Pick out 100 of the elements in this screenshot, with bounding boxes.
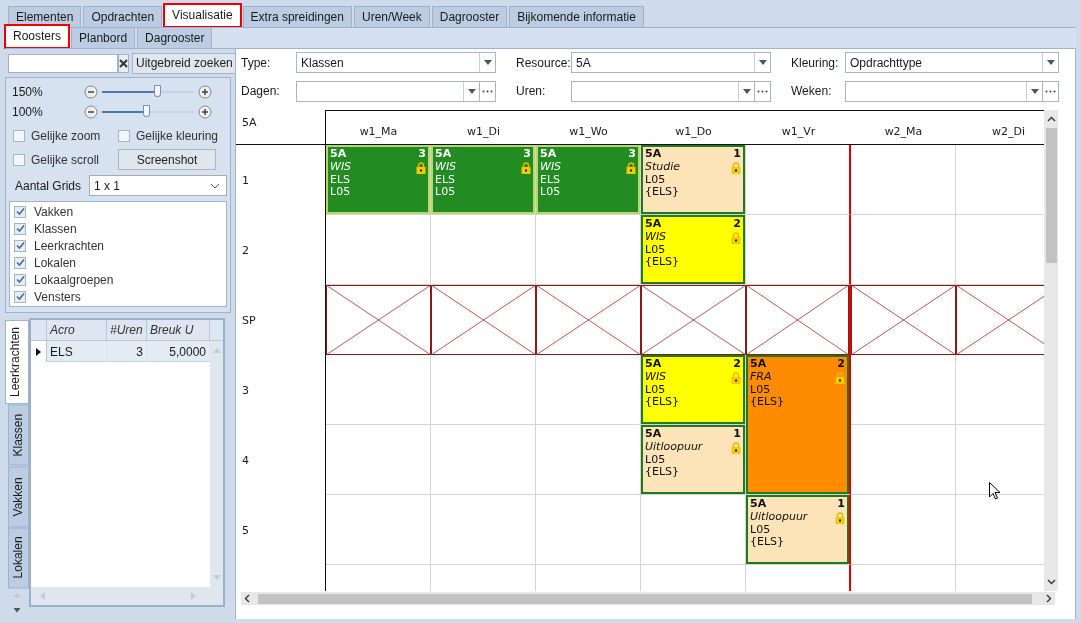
lesson-block[interactable]: 5A 2 WIS L05 {ELS}	[641, 355, 745, 424]
row-pointer-icon	[36, 347, 41, 356]
lesson-count: 2	[733, 218, 741, 231]
zoom-out-icon[interactable]	[84, 105, 98, 119]
sub-tab[interactable]: Planbord	[71, 27, 136, 48]
lesson-subject: Uitloopuur	[750, 510, 808, 523]
filter-label: Weken:	[791, 84, 833, 98]
element-checkbox[interactable]: Klassen	[14, 220, 222, 237]
side-tab[interactable]: Leerkrachten	[5, 320, 29, 405]
tab[interactable]: Uren/Week	[353, 6, 430, 27]
tab[interactable]: Extra spreidingen	[242, 6, 352, 27]
tab[interactable]: Bijkomende informatie	[509, 6, 644, 27]
tab[interactable]: Opdrachten	[83, 6, 163, 27]
lesson-block[interactable]: 5A 3 WIS ELS L05	[431, 145, 535, 214]
option-checkbox[interactable]: Gelijke scroll	[9, 149, 114, 170]
filter-dropdown[interactable]	[845, 80, 1043, 102]
column-header[interactable]: Acro	[47, 320, 107, 340]
lesson-block[interactable]: 5A 2 WIS L05 {ELS}	[641, 215, 745, 284]
zoom-in-icon[interactable]	[198, 85, 212, 99]
filter-dropdown[interactable]	[296, 80, 480, 102]
lesson-count: 2	[837, 358, 845, 371]
filter-dropdown[interactable]	[571, 80, 755, 102]
chevron-down-icon	[210, 182, 220, 189]
filter-label: Uren:	[516, 84, 547, 98]
lesson-block[interactable]: 5A 1 Studie L05 {ELS}	[641, 145, 745, 214]
scroll-thumb[interactable]	[1045, 128, 1057, 263]
advanced-search-button[interactable]: Uitgebreid zoeken	[132, 52, 237, 74]
filter-label: Resource:	[516, 55, 571, 70]
lesson-count: 1	[733, 428, 741, 441]
clear-button[interactable]	[118, 53, 129, 73]
element-checkbox[interactable]: Leerkrachten	[14, 237, 222, 254]
lesson-subject: WIS	[435, 160, 457, 173]
lesson-block[interactable]: 5A 1 Uitloopuur L05 {ELS}	[641, 425, 745, 494]
zoom-reading: 100%	[11, 105, 44, 119]
filter-dropdown[interactable]: Opdrachttype	[845, 52, 1059, 73]
side-tab[interactable]: Klassen	[8, 404, 29, 466]
element-checkbox[interactable]: Lokaalgroepen	[14, 271, 222, 288]
dropdown-arrow-icon	[467, 88, 476, 94]
option-checkbox[interactable]: Gelijke zoom	[9, 126, 114, 146]
more-button[interactable]	[480, 80, 496, 102]
element-checkbox[interactable]: Lokalen	[14, 254, 222, 271]
day-header: w1_Ma	[359, 125, 398, 138]
scroll-thumb[interactable]	[258, 593, 1032, 604]
side-tab[interactable]: Lokalen	[8, 527, 29, 589]
lesson-detail: {ELS}	[645, 466, 681, 479]
lesson-count: 3	[628, 148, 636, 161]
grid-count-select[interactable]: 1 x 1	[89, 175, 227, 196]
lesson-detail: ELS	[330, 173, 352, 186]
hour-label: SP	[242, 313, 256, 327]
option-checkbox[interactable]: Gelijke kleuring	[114, 126, 227, 146]
scroll-left-icon[interactable]	[244, 594, 250, 603]
scroll-down-icon[interactable]	[1046, 579, 1056, 585]
column-header[interactable]: #Uren	[107, 320, 147, 340]
sub-tab[interactable]: Roosters	[5, 25, 70, 48]
lesson-group: 5A	[750, 358, 767, 371]
more-icon	[482, 89, 493, 93]
scroll-down-icon[interactable]	[12, 607, 22, 613]
lesson-detail: {ELS}	[750, 396, 786, 409]
table-row[interactable]: ELS 3 5,0000	[31, 341, 210, 362]
more-button[interactable]	[1043, 80, 1059, 102]
column-header[interactable]: Breuk U	[147, 320, 210, 340]
dropdown-arrow-icon	[758, 60, 767, 65]
lesson-subject: WIS	[645, 230, 667, 243]
zoom-out-icon[interactable]	[84, 85, 98, 99]
filter-label: Kleuring:	[791, 55, 840, 70]
lesson-detail: L05	[750, 523, 772, 536]
lesson-detail: L05	[645, 453, 667, 466]
sub-tab[interactable]: Dagrooster	[137, 27, 213, 48]
lesson-block[interactable]: 5A 2 FRA L05 {ELS}	[746, 355, 849, 494]
scroll-up-icon[interactable]	[1046, 116, 1056, 122]
day-header: w1_Wo	[569, 125, 608, 138]
day-header: w2_Ma	[884, 125, 923, 138]
lesson-block[interactable]: 5A 3 WIS ELS L05	[326, 145, 430, 214]
table-cell: ELS	[47, 341, 107, 362]
filter-label: Dagen:	[241, 84, 281, 98]
lesson-detail: L05	[645, 173, 667, 186]
side-tab[interactable]: Vakken	[8, 465, 29, 527]
lesson-group: 5A	[645, 358, 662, 371]
dropdown-arrow-icon	[1030, 88, 1039, 94]
dropdown-arrow-icon	[1046, 60, 1055, 65]
lesson-count: 1	[733, 148, 741, 161]
filter-dropdown[interactable]: 5A	[571, 52, 771, 73]
horizontal-scrollbar[interactable]	[241, 592, 1055, 605]
search-field[interactable]	[8, 53, 118, 73]
element-checkbox[interactable]: Vensters	[14, 288, 222, 305]
lesson-detail: {ELS}	[750, 536, 786, 549]
lesson-group: 5A	[435, 148, 452, 161]
lesson-block[interactable]: 5A 1 Uitloopuur L05 {ELS}	[746, 495, 849, 564]
scroll-right-icon[interactable]	[1046, 594, 1052, 603]
lesson-group: 5A	[330, 148, 347, 161]
tab[interactable]: Visualisatie	[164, 4, 241, 27]
lesson-detail: L05	[330, 186, 352, 199]
filter-dropdown[interactable]: Klassen	[296, 52, 496, 73]
zoom-in-icon[interactable]	[198, 105, 212, 119]
more-button[interactable]	[755, 80, 771, 102]
lesson-block[interactable]: 5A 3 WIS ELS L05	[536, 145, 640, 214]
vertical-scrollbar[interactable]	[1044, 110, 1058, 591]
element-checkbox[interactable]: Vakken	[14, 203, 222, 220]
screenshot-button[interactable]: Screenshot	[118, 149, 216, 170]
tab[interactable]: Dagrooster	[431, 6, 508, 27]
